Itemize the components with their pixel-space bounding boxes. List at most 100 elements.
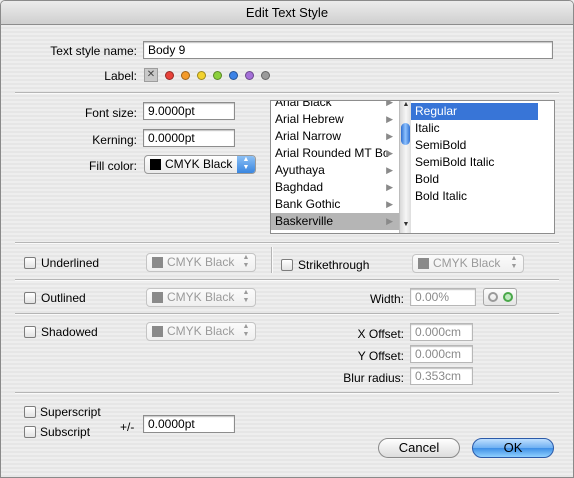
style-list-item[interactable]: Bold Italic	[411, 188, 538, 205]
outlined-label: Outlined	[41, 291, 86, 305]
outlined-checkbox[interactable]	[24, 292, 36, 304]
window-title: Edit Text Style	[1, 1, 573, 25]
font-style-list[interactable]: Regular Italic SemiBold SemiBold Italic Bold…	[411, 100, 555, 234]
vertical-divider	[271, 247, 273, 273]
popup-arrows-icon: ▲ ▼	[242, 289, 250, 304]
outline-width-label: Width:	[369, 292, 404, 306]
submenu-arrow-icon: ▶	[386, 148, 393, 158]
font-list-item[interactable]: Arial Black ▶	[271, 100, 399, 111]
font-size-label: Font size:	[84, 106, 137, 120]
font-list-item[interactable]: Baskerville ▶	[271, 213, 399, 230]
font-list-item[interactable]: Arial Hebrew ▶	[271, 111, 399, 128]
kerning-input[interactable]: 0.0000pt	[143, 129, 235, 147]
x-offset-label: X Offset:	[357, 327, 404, 341]
font-list-item[interactable]: Baghdad ▶	[271, 179, 399, 196]
offset-input[interactable]: 0.0000pt	[143, 415, 235, 433]
x-offset-input[interactable]: 0.000cm	[410, 323, 473, 341]
underlined-label: Underlined	[41, 256, 100, 270]
popup-arrows-icon: ▲ ▼	[242, 323, 250, 338]
shadowed-label: Shadowed	[41, 325, 98, 339]
y-offset-input[interactable]: 0.000cm	[410, 345, 473, 363]
font-list-item-label: Arial Rounded MT Bo	[275, 146, 390, 160]
superscript-checkbox[interactable]	[24, 406, 36, 418]
underlined-checkbox[interactable]	[24, 257, 36, 269]
submenu-arrow-icon: ▶	[386, 216, 393, 226]
fill-color-label: Fill color:	[88, 159, 137, 173]
superscript-label: Superscript	[40, 405, 101, 419]
submenu-arrow-icon: ▶	[386, 114, 393, 124]
ok-button[interactable]: OK	[472, 438, 554, 458]
label-color-dot[interactable]	[245, 71, 254, 80]
label-color-dot[interactable]	[213, 71, 222, 80]
popup-arrows-icon: ▲ ▼	[242, 254, 250, 269]
no-label-button[interactable]: ✕	[144, 68, 158, 82]
blur-radius-label: Blur radius:	[343, 371, 404, 385]
kerning-label: Kerning:	[92, 133, 137, 147]
submenu-arrow-icon: ▶	[386, 182, 393, 192]
outline-color-popup[interactable]: CMYK Black ▲ ▼	[146, 288, 256, 307]
y-offset-label: Y Offset:	[357, 349, 404, 363]
underline-color-value: CMYK Black	[167, 255, 235, 269]
style-list-item[interactable]: Italic	[411, 120, 538, 137]
subscript-label: Subscript	[40, 425, 91, 439]
label-label: Label:	[104, 69, 137, 83]
cancel-button[interactable]: Cancel	[378, 438, 460, 458]
label-color-dot[interactable]	[181, 71, 190, 80]
underline-color-swatch	[152, 257, 163, 268]
font-list-item[interactable]: Ayuthaya ▶	[271, 162, 399, 179]
popup-arrows-icon: ▲ ▼	[510, 255, 518, 270]
shadow-color-swatch	[152, 326, 163, 337]
scroll-thumb[interactable]	[401, 123, 410, 145]
underline-color-popup[interactable]: CMYK Black ▲ ▼	[146, 253, 256, 272]
strikethrough-label: Strikethrough	[298, 258, 370, 272]
submenu-arrow-icon: ▶	[386, 199, 393, 209]
font-list-item-label: Ayuthaya	[275, 163, 325, 177]
label-color-dot[interactable]	[229, 71, 238, 80]
font-family-list[interactable]: Arial Black ▶ Arial Hebrew ▶ Arial Narrow ▶ Ar…	[270, 100, 412, 234]
font-list-item-label: Baghdad	[275, 180, 324, 194]
divider	[15, 92, 559, 94]
fill-color-swatch	[150, 159, 161, 170]
label-color-dot[interactable]	[197, 71, 206, 80]
dialog-window: Edit Text Style Text style name: Body 9 …	[0, 0, 574, 478]
font-size-input[interactable]: 9.0000pt	[143, 102, 235, 120]
strikethrough-color-popup[interactable]: CMYK Black ▲ ▼	[412, 254, 524, 273]
shadowed-checkbox[interactable]	[24, 326, 36, 338]
strikethrough-checkbox[interactable]	[281, 259, 293, 271]
popup-arrows-icon: ▲ ▼	[237, 156, 255, 173]
label-color-dot[interactable]	[261, 71, 270, 80]
style-list-item[interactable]: SemiBold	[411, 137, 538, 154]
font-list-item-label: Arial Black	[275, 100, 332, 109]
divider	[15, 392, 559, 394]
outline-position-control[interactable]	[483, 288, 517, 306]
style-name-input[interactable]: Body 9	[143, 41, 553, 59]
style-list-item[interactable]: Bold	[411, 171, 538, 188]
font-list-item[interactable]: Bank Gothic ▶	[271, 196, 399, 213]
outline-width-input[interactable]: 0.00%	[410, 288, 476, 306]
divider	[15, 313, 559, 315]
outline-outside-icon[interactable]	[488, 292, 498, 302]
style-list-item[interactable]: SemiBold Italic	[411, 154, 538, 171]
submenu-arrow-icon: ▶	[386, 165, 393, 175]
style-name-label: Text style name:	[50, 44, 137, 58]
shadow-color-popup[interactable]: CMYK Black ▲ ▼	[146, 322, 256, 341]
label-color-dot[interactable]	[165, 71, 174, 80]
strikethrough-color-swatch	[418, 258, 429, 269]
font-list-item[interactable]: Arial Rounded MT Bo ▶	[271, 145, 399, 162]
submenu-arrow-icon: ▶	[386, 100, 393, 107]
offset-label: +/-	[120, 420, 135, 434]
divider	[15, 279, 559, 281]
subscript-checkbox[interactable]	[24, 426, 36, 438]
fill-color-popup[interactable]: CMYK Black ▲ ▼	[144, 155, 256, 174]
font-list-item-label: Bank Gothic	[275, 197, 341, 211]
fill-color-value: CMYK Black	[165, 157, 233, 171]
font-list-item-label: Baskerville	[275, 214, 334, 228]
outline-inside-icon[interactable]	[503, 292, 513, 302]
font-list-item-label: Arial Hebrew	[275, 112, 344, 126]
blur-radius-input[interactable]: 0.353cm	[410, 367, 473, 385]
divider	[15, 242, 559, 244]
shadow-color-value: CMYK Black	[167, 324, 235, 338]
style-list-item[interactable]: Regular	[411, 103, 538, 120]
font-list-item[interactable]: Arial Narrow ▶	[271, 128, 399, 145]
outline-color-value: CMYK Black	[167, 290, 235, 304]
